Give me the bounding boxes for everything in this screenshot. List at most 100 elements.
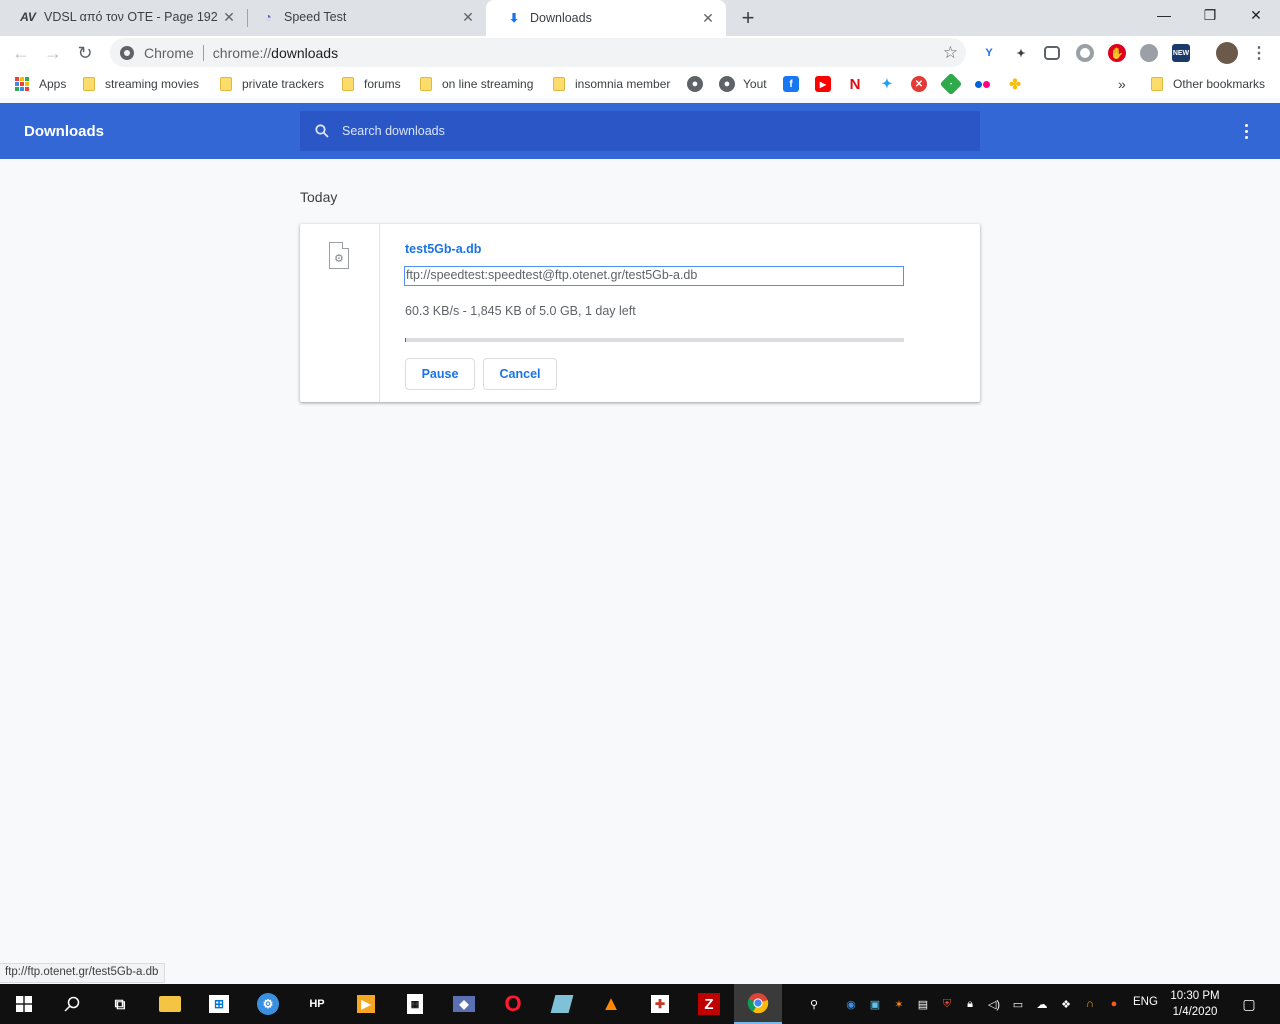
twitter-icon: ✦ — [879, 76, 895, 92]
settings-app-button[interactable]: ⚙ — [244, 984, 292, 1024]
tab-title: VDSL από τον ΟΤΕ - Page 192 — [44, 10, 218, 24]
dropbox-icon[interactable]: ❖ — [1058, 996, 1074, 1012]
reload-button[interactable]: ↻ — [72, 40, 98, 66]
taskbar-clock[interactable]: 10:30 PM 1/4/2020 — [1165, 988, 1225, 1020]
cancel-button[interactable]: Cancel — [483, 358, 557, 390]
media-player-button[interactable]: ▶ — [342, 984, 390, 1024]
app-button-notes[interactable] — [538, 984, 586, 1024]
new-tab-button[interactable]: + — [736, 5, 760, 30]
gear-icon: ⚙ — [334, 253, 344, 265]
more-actions-icon[interactable] — [1236, 121, 1256, 141]
bookmark-globe[interactable]: ● — [687, 75, 703, 93]
bookmark-green-site[interactable]: · — [939, 72, 963, 96]
download-progress-bar — [405, 338, 904, 342]
filezilla-button[interactable]: Z — [685, 984, 733, 1024]
calculator-button[interactable]: ▦ — [391, 984, 439, 1024]
bookmark-label: forums — [364, 77, 401, 91]
bookmark-facebook[interactable]: f — [783, 75, 799, 93]
file-source-url[interactable]: ftp://speedtest:speedtest@ftp.otenet.gr/… — [404, 266, 904, 286]
store-button[interactable]: ⊞ — [195, 984, 243, 1024]
input-language-indicator[interactable]: ENG — [1133, 996, 1158, 1008]
bookmark-other-bookmarks[interactable]: Other bookmarks — [1151, 75, 1265, 93]
circle-extension-icon[interactable] — [1076, 44, 1094, 62]
store-bag-icon: ⊞ — [209, 995, 229, 1013]
minimize-button[interactable]: — — [1141, 0, 1187, 30]
download-icon: ⬇ — [508, 11, 520, 25]
puzzle-extension-icon[interactable]: ✦ — [1012, 44, 1030, 62]
headphones-icon[interactable]: ∩ — [1082, 996, 1098, 1012]
address-bar[interactable]: Chrome chrome://downloads ☆ — [110, 38, 966, 67]
adblock-icon[interactable]: ✋ — [1108, 44, 1126, 62]
close-icon[interactable]: ✕ — [458, 7, 478, 27]
tray-app-icon[interactable]: ◉ — [843, 996, 859, 1012]
bookmark-netflix[interactable]: N — [847, 75, 863, 93]
folder-icon — [220, 77, 232, 91]
network-app-button[interactable]: ◆ — [440, 984, 488, 1024]
bookmark-youtube-text[interactable]: ● Yout — [719, 75, 767, 93]
task-view-button[interactable]: ⧉ — [96, 984, 144, 1024]
bookmark-folder-on-line-streaming[interactable]: on line streaming — [420, 75, 533, 93]
bookmark-star-icon[interactable]: ☆ — [943, 43, 958, 63]
back-button[interactable]: ← — [8, 40, 34, 66]
app-button-security[interactable]: ✚ — [636, 984, 684, 1024]
tab-downloads[interactable]: ⬇ Downloads ✕ — [486, 0, 726, 36]
chrome-taskbar-button[interactable] — [734, 984, 782, 1024]
bookmark-apps[interactable]: Apps — [15, 75, 66, 93]
action-center-icon[interactable]: ▢ — [1240, 995, 1258, 1013]
browser-menu-icon[interactable]: ⋮ — [1250, 44, 1268, 62]
window-close-button[interactable]: ✕ — [1233, 0, 1279, 30]
divider — [202, 44, 204, 61]
news-extension-icon[interactable]: NEW — [1172, 44, 1190, 62]
bookmark-red-site[interactable]: ✕ — [911, 75, 927, 93]
bookmark-folder-private-trackers[interactable]: private trackers — [220, 75, 324, 93]
grey-extension-icon[interactable] — [1140, 44, 1158, 62]
page-title: Downloads — [24, 123, 105, 140]
volume-icon[interactable]: ◁) — [986, 996, 1002, 1012]
network-tray-icon[interactable]: ▭ — [1010, 996, 1026, 1012]
maximize-button[interactable]: ❐ — [1187, 0, 1233, 30]
tab-speed-test[interactable]: ◔ Speed Test ✕ — [240, 0, 486, 34]
bookmark-flickr[interactable] — [975, 75, 990, 93]
avatar[interactable] — [1216, 42, 1238, 64]
scheme-label: Chrome — [144, 44, 194, 61]
bookmark-folder-streaming-movies[interactable]: streaming movies — [83, 75, 199, 93]
app-button-hp[interactable]: HP — [293, 984, 341, 1024]
tray-cloud-app-icon[interactable]: ▣ — [867, 996, 883, 1012]
bookmarks-overflow-button[interactable]: » — [1118, 75, 1126, 93]
tray-monitor-icon[interactable]: ▤ — [915, 996, 931, 1012]
bookmark-twitter[interactable]: ✦ — [879, 75, 895, 93]
tab-title: Speed Test — [284, 10, 347, 24]
search-downloads-field[interactable]: Search downloads — [300, 111, 980, 151]
date-section-heading: Today — [300, 189, 338, 205]
lock-icon[interactable]: 🔒︎ — [962, 996, 978, 1012]
vlc-button[interactable]: ▲ — [587, 984, 635, 1024]
opera-button[interactable]: O — [489, 984, 537, 1024]
close-icon[interactable]: ✕ — [219, 7, 239, 27]
forward-button[interactable]: → — [40, 40, 66, 66]
close-icon[interactable]: ✕ — [698, 8, 718, 28]
network-icon: ◆ — [453, 996, 475, 1012]
start-button[interactable] — [0, 984, 48, 1024]
pocket-icon[interactable] — [1044, 46, 1060, 60]
tab-vdsl[interactable]: AV VDSL από τον ΟΤΕ - Page 192 ✕ — [0, 0, 247, 34]
people-icon[interactable]: ⚲ — [806, 996, 822, 1012]
tray-avast-icon[interactable]: ✶ — [891, 996, 907, 1012]
bookmark-photos[interactable]: ✤ — [1007, 75, 1023, 93]
bookmark-folder-insomnia-member[interactable]: insomnia member — [553, 75, 670, 93]
search-input[interactable]: Search downloads — [342, 124, 445, 138]
y-extension-icon[interactable]: Y — [980, 44, 998, 62]
file-name-link[interactable]: test5Gb-a.db — [405, 242, 481, 256]
folder-icon — [553, 77, 565, 91]
apps-grid-icon — [15, 77, 29, 91]
file-explorer-button[interactable] — [146, 984, 194, 1024]
tray-shield-icon[interactable]: ⛨ — [939, 996, 955, 1012]
tray-orange-icon[interactable]: ● — [1106, 996, 1122, 1012]
search-taskbar-button[interactable] — [48, 984, 96, 1024]
bookmark-youtube[interactable]: ▶ — [815, 75, 831, 93]
pause-button[interactable]: Pause — [405, 358, 475, 390]
onedrive-icon[interactable]: ☁ — [1034, 996, 1050, 1012]
bookmark-folder-forums[interactable]: forums — [342, 75, 401, 93]
globe-icon: ● — [687, 76, 703, 92]
folder-icon — [159, 996, 181, 1012]
bookmark-label: streaming movies — [105, 77, 200, 91]
